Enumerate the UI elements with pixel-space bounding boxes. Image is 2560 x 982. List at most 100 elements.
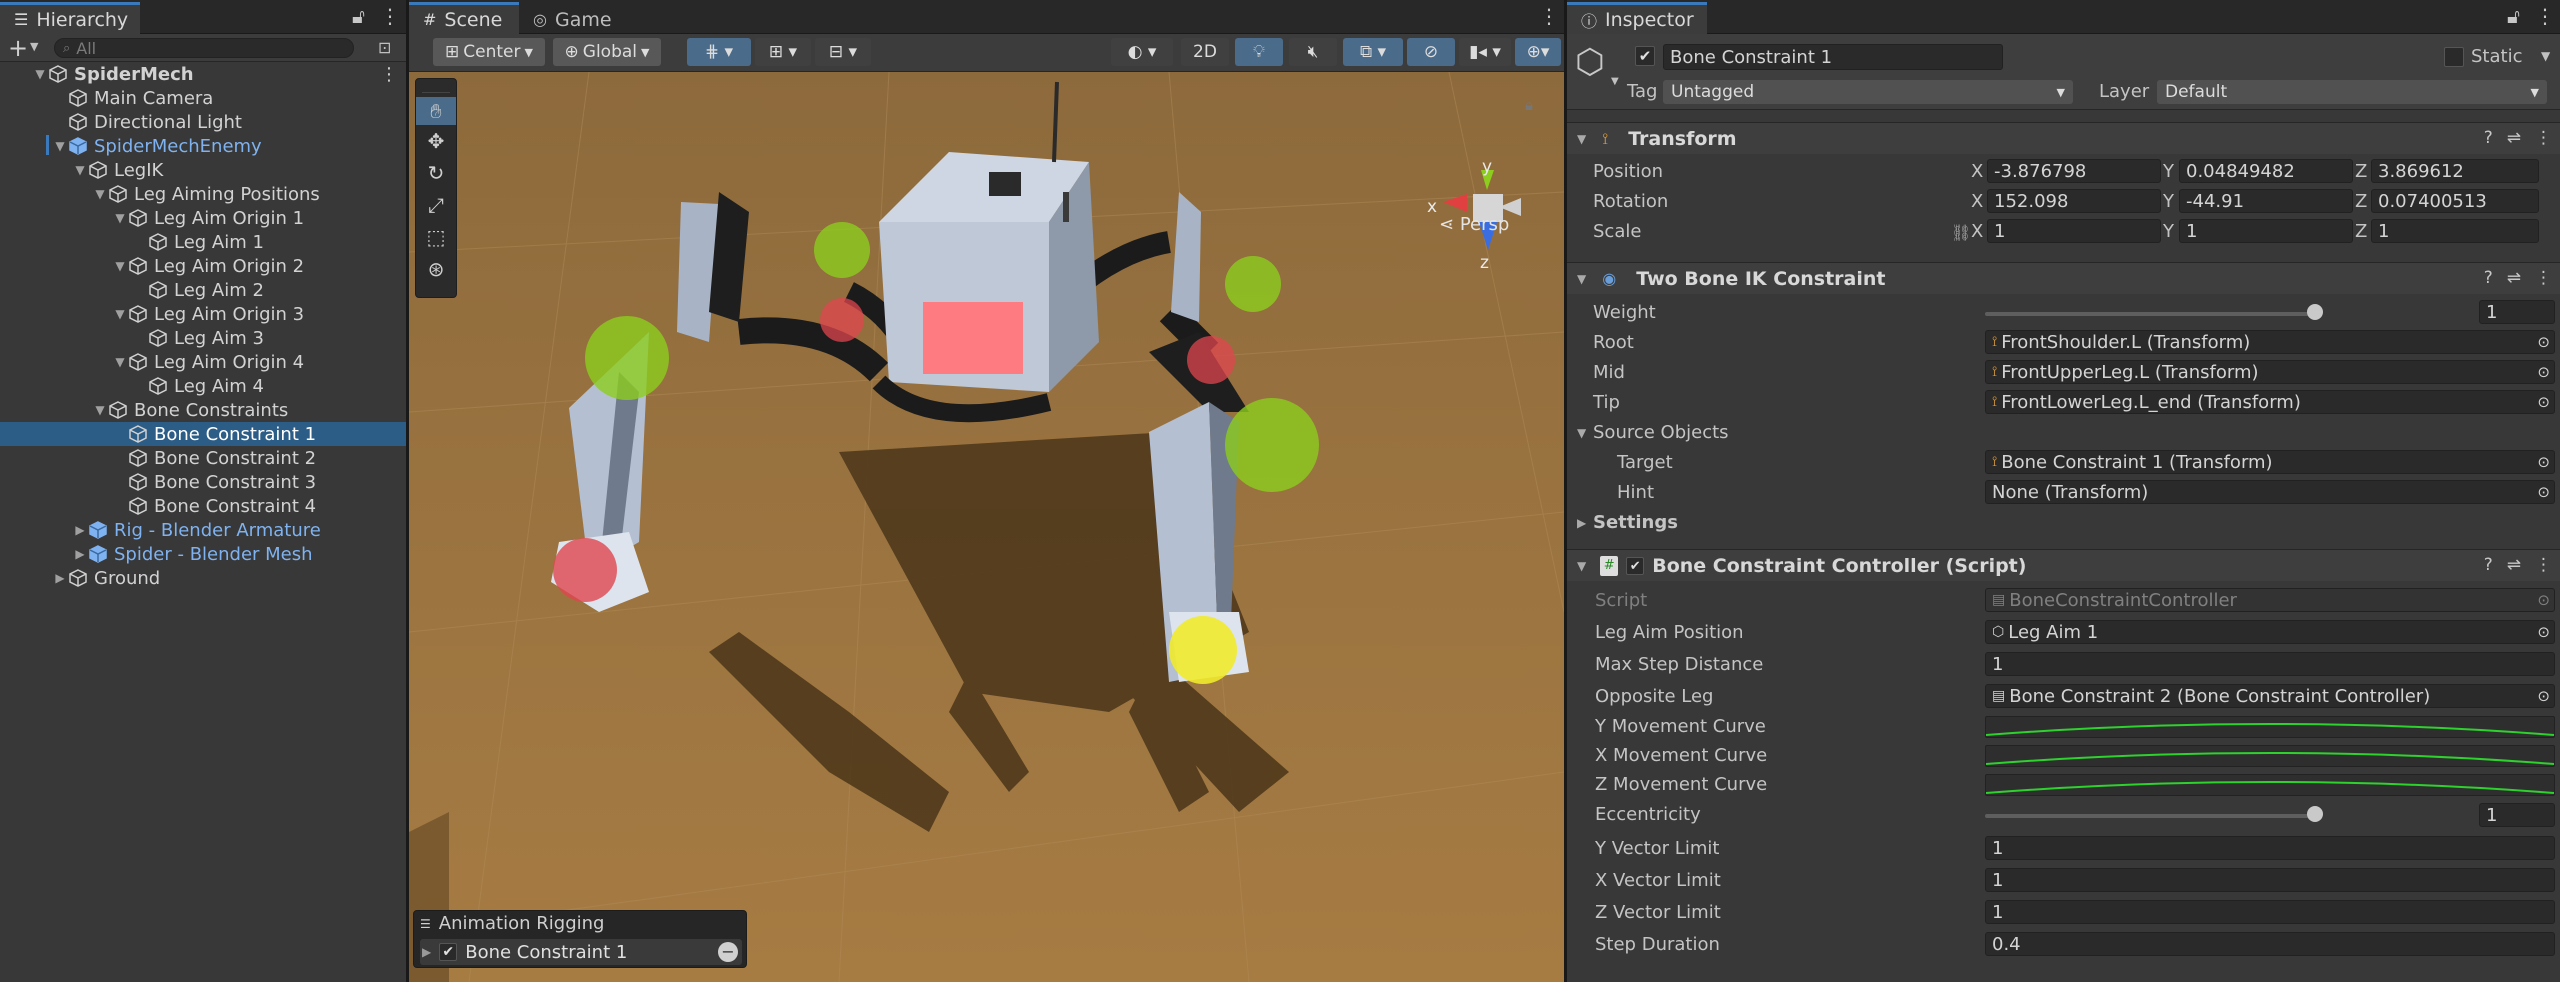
- toggle-2d-button[interactable]: 2D: [1181, 38, 1229, 66]
- hierarchy-item[interactable]: Leg Aim 2: [0, 278, 406, 302]
- mid-object-field[interactable]: ⟟ FrontUpperLeg.L (Transform) ⊙: [1985, 360, 2555, 384]
- root-object-field[interactable]: ⟟ FrontShoulder.L (Transform) ⊙: [1985, 330, 2555, 354]
- expanded-arrow-icon[interactable]: ▼: [112, 355, 128, 369]
- scale-y-axis-label[interactable]: Y: [2163, 221, 2174, 242]
- y-movement-curve-field[interactable]: [1985, 716, 2555, 738]
- increment-snap-button[interactable]: ⊞ ▾: [755, 38, 811, 66]
- chevron-down-icon[interactable]: ▼: [2541, 49, 2550, 63]
- source-objects-foldout[interactable]: Source Objects: [1593, 422, 1729, 443]
- grid-snap-button[interactable]: ⋕ ▾: [687, 38, 751, 66]
- collapsed-arrow-icon[interactable]: ▶: [52, 571, 68, 585]
- weight-field[interactable]: 1: [2479, 300, 2555, 324]
- hierarchy-item[interactable]: ▼ Leg Aim Origin 1: [0, 206, 406, 230]
- hierarchy-item[interactable]: ▼ Bone Constraints: [0, 398, 406, 422]
- object-picker-icon[interactable]: ⊙: [2537, 363, 2550, 381]
- constraint-enabled-checkbox[interactable]: ✔: [439, 943, 458, 961]
- max-step-field[interactable]: 1: [1985, 652, 2555, 676]
- add-icon[interactable]: +: [8, 34, 28, 62]
- expanded-arrow-icon[interactable]: ▼: [72, 163, 88, 177]
- space-dropdown[interactable]: ⊕ Global ▼: [553, 38, 661, 66]
- hierarchy-item[interactable]: Bone Constraint 4: [0, 494, 406, 518]
- step-duration-field[interactable]: 0.4: [1985, 932, 2555, 956]
- scale-z-field[interactable]: 1: [2371, 219, 2539, 243]
- rotation-z-field[interactable]: 0.07400513: [2371, 189, 2539, 213]
- position-z-axis-label[interactable]: Z: [2355, 161, 2367, 182]
- z-movement-curve-field[interactable]: [1985, 774, 2555, 796]
- hierarchy-item[interactable]: Leg Aim 1: [0, 230, 406, 254]
- link-icon[interactable]: ⛓︎: [1951, 223, 1971, 242]
- move-tool-icon[interactable]: ✥: [416, 125, 456, 157]
- expand-arrow-icon[interactable]: ▶: [422, 945, 431, 959]
- hierarchy-item[interactable]: ▼ Leg Aim Origin 3: [0, 302, 406, 326]
- object-picker-icon[interactable]: ⊙: [2537, 687, 2550, 705]
- expanded-arrow-icon[interactable]: ▼: [92, 187, 108, 201]
- expanded-arrow-icon[interactable]: ▼: [112, 211, 128, 225]
- camera-dropdown[interactable]: ▮◂ ▾: [1459, 38, 1511, 66]
- search-input[interactable]: ⌕ All: [54, 38, 354, 58]
- leg-aim-object-field[interactable]: ⬡ Leg Aim 1 ⊙: [1985, 620, 2555, 644]
- rotation-x-field[interactable]: 152.098: [1987, 189, 2161, 213]
- rotation-z-axis-label[interactable]: Z: [2355, 191, 2367, 212]
- help-icon[interactable]: ?: [2484, 555, 2493, 575]
- hierarchy-item[interactable]: Leg Aim 3: [0, 326, 406, 350]
- tab-game[interactable]: ◎ Game: [519, 2, 619, 34]
- object-picker-icon[interactable]: ⊙: [2537, 483, 2550, 501]
- position-x-field[interactable]: -3.876798: [1987, 159, 2161, 183]
- kebab-menu-icon[interactable]: ⋮: [2535, 268, 2552, 288]
- palette-grip[interactable]: [422, 79, 450, 93]
- presets-icon[interactable]: ⇌: [2507, 555, 2521, 575]
- transform-tool-icon[interactable]: ⊛: [416, 253, 456, 285]
- hidden-objects-toggle[interactable]: ⊘: [1407, 38, 1455, 66]
- hierarchy-item[interactable]: ▼ LegIK: [0, 158, 406, 182]
- x-movement-curve-field[interactable]: [1985, 745, 2555, 767]
- component-enabled-checkbox[interactable]: ✔: [1626, 556, 1645, 575]
- hierarchy-item[interactable]: ▶ Ground: [0, 566, 406, 590]
- chevron-down-icon[interactable]: ▼: [1611, 76, 1619, 87]
- hierarchy-item[interactable]: ▶ Spider - Blender Mesh: [0, 542, 406, 566]
- scene-viewport[interactable]: y x z 🔒︎ ⋖ Persp ✋︎ ✥ ↻ ⤢ ⬚ ⊛ ☰ Animatio…: [409, 72, 1564, 982]
- hierarchy-item[interactable]: Bone Constraint 2: [0, 446, 406, 470]
- hierarchy-item[interactable]: Bone Constraint 3: [0, 470, 406, 494]
- hierarchy-item[interactable]: ▼ Leg Aiming Positions: [0, 182, 406, 206]
- lighting-toggle[interactable]: 💡︎: [1235, 38, 1283, 66]
- shading-mode-button[interactable]: ◐ ▾: [1111, 38, 1173, 66]
- weight-slider-track[interactable]: [1985, 312, 2315, 316]
- layer-dropdown[interactable]: Default ▼: [2157, 80, 2547, 104]
- rotate-tool-icon[interactable]: ↻: [416, 157, 456, 189]
- hierarchy-item[interactable]: Bone Constraint 1: [0, 422, 406, 446]
- hierarchy-item[interactable]: ▼ SpiderMech ⋮: [0, 62, 406, 86]
- object-name-field[interactable]: Bone Constraint 1: [1663, 44, 2003, 70]
- hierarchy-item[interactable]: Directional Light: [0, 110, 406, 134]
- target-object-field[interactable]: ⟟ Bone Constraint 1 (Transform) ⊙: [1985, 450, 2555, 474]
- position-x-axis-label[interactable]: X: [1971, 161, 1983, 182]
- hierarchy-item[interactable]: ▼ SpiderMechEnemy: [0, 134, 406, 158]
- gizmos-dropdown[interactable]: ⊕▾: [1515, 38, 1561, 66]
- x-vector-limit-field[interactable]: 1: [1985, 868, 2555, 892]
- fold-arrow-icon[interactable]: ▼: [1577, 426, 1586, 440]
- lock-icon[interactable]: 🔓︎: [2507, 4, 2520, 28]
- hint-object-field[interactable]: None (Transform) ⊙: [1985, 480, 2555, 504]
- controller-script-header[interactable]: ▼ # ✔ Bone Constraint Controller (Script…: [1567, 549, 2560, 581]
- hierarchy-item[interactable]: ▶ Rig - Blender Armature: [0, 518, 406, 542]
- active-checkbox[interactable]: ✔: [1635, 46, 1655, 66]
- kebab-menu-icon[interactable]: ⋮: [2535, 555, 2552, 575]
- expanded-arrow-icon[interactable]: ▼: [112, 307, 128, 321]
- gizmo-lock-icon[interactable]: 🔒︎: [1525, 96, 1533, 114]
- transform-header[interactable]: ▼ ⟟ Transform ? ⇌ ⋮: [1567, 122, 2560, 154]
- kebab-menu-icon[interactable]: ⋮: [2535, 4, 2555, 28]
- kebab-menu-icon[interactable]: ⋮: [1539, 4, 1559, 28]
- gameobject-cube-icon[interactable]: ⬡: [1575, 42, 1605, 82]
- tag-dropdown[interactable]: Untagged ▼: [1663, 80, 2073, 104]
- object-picker-icon[interactable]: ⊙: [2537, 453, 2550, 471]
- remove-icon[interactable]: −: [718, 942, 738, 962]
- weight-slider-thumb[interactable]: [2307, 304, 2323, 320]
- object-picker-icon[interactable]: ⊙: [2537, 623, 2550, 641]
- expanded-arrow-icon[interactable]: ▼: [112, 259, 128, 273]
- kebab-menu-icon[interactable]: ⋮: [2535, 128, 2552, 148]
- expanded-arrow-icon[interactable]: ▼: [52, 139, 68, 153]
- rotation-y-axis-label[interactable]: Y: [2163, 191, 2174, 212]
- rotation-x-axis-label[interactable]: X: [1971, 191, 1983, 212]
- kebab-menu-icon[interactable]: ⋮: [380, 4, 400, 28]
- help-icon[interactable]: ?: [2484, 268, 2493, 288]
- kebab-menu-icon[interactable]: ⋮: [380, 64, 398, 85]
